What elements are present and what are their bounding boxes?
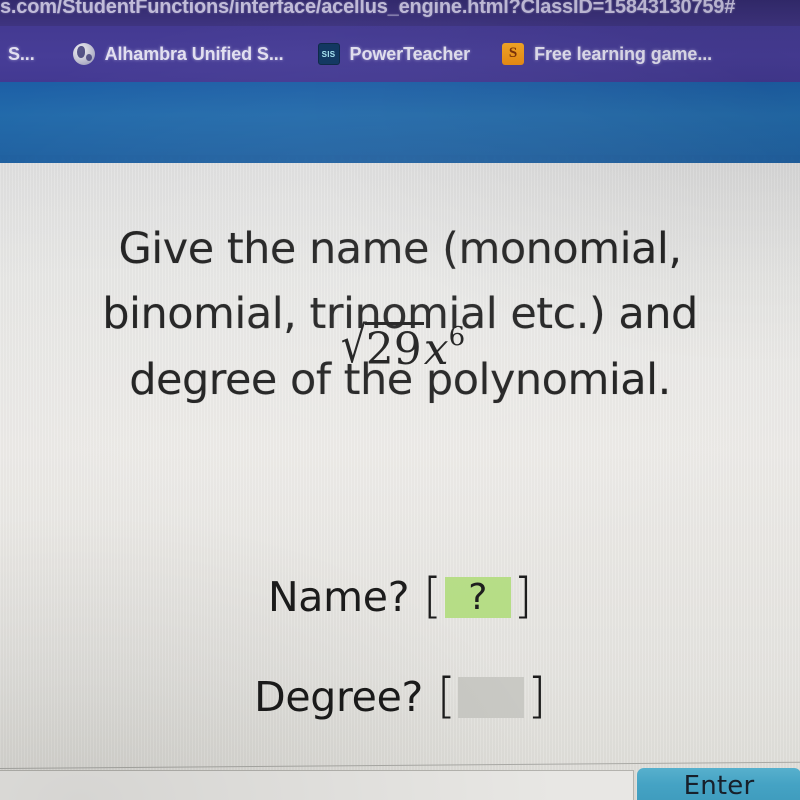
answer-label-degree: Degree? xyxy=(254,673,423,721)
answer-row-name: Name? [ ? ] xyxy=(0,568,800,625)
answer-row-degree: Degree? [ ] xyxy=(0,668,800,725)
bookmark-item-alhambra-unified[interactable]: Alhambra Unified S... xyxy=(67,37,290,71)
answer-blank-name[interactable]: ? xyxy=(444,576,511,618)
bookmark-item-powerteacher[interactable]: SIS PowerTeacher xyxy=(312,37,477,71)
question-line-1: Give the name (monomial, xyxy=(118,224,682,274)
variable-x: x xyxy=(423,324,449,375)
bookmark-item-free-learning-game[interactable]: S Free learning game... xyxy=(496,37,718,71)
bookmark-label: Free learning game... xyxy=(534,43,713,64)
square-root-group: √ 29 xyxy=(335,316,424,375)
polynomial-expression: √ 29 x 6 xyxy=(0,316,800,375)
exponent-value: 6 xyxy=(448,322,466,352)
globe-icon xyxy=(72,43,95,65)
bracket-open: [ xyxy=(437,668,456,725)
bookmark-label: S... xyxy=(8,43,35,64)
enter-button[interactable]: Enter xyxy=(637,768,800,800)
answer-input-field[interactable] xyxy=(0,770,634,800)
app-header-band xyxy=(0,82,800,164)
bracket-close: ] xyxy=(513,568,533,625)
screenshot-root: s.com/StudentFunctions/interface/acellus… xyxy=(0,0,800,800)
enter-button-label: Enter xyxy=(683,771,755,800)
answer-label-name: Name? xyxy=(267,573,410,621)
sis-icon: SIS xyxy=(317,43,340,65)
bookmark-label: PowerTeacher xyxy=(349,43,471,64)
radicand-value: 29 xyxy=(364,322,424,375)
bracket-close: ] xyxy=(527,668,546,725)
bookmark-item-s[interactable]: S... xyxy=(2,37,41,71)
bookmarks-bar: S... Alhambra Unified S... SIS PowerTeac… xyxy=(0,26,800,82)
bookmark-label: Alhambra Unified S... xyxy=(104,43,284,64)
radical-sign-icon: √ xyxy=(340,316,367,374)
browser-url-bar[interactable]: s.com/StudentFunctions/interface/acellus… xyxy=(0,0,800,26)
bracket-open: [ xyxy=(423,568,442,625)
answer-blank-degree[interactable] xyxy=(458,676,525,718)
question-text: Give the name (monomial, binomial, trino… xyxy=(0,217,800,413)
url-text[interactable]: s.com/StudentFunctions/interface/acellus… xyxy=(0,0,735,19)
splashlearn-icon: S xyxy=(502,43,525,65)
